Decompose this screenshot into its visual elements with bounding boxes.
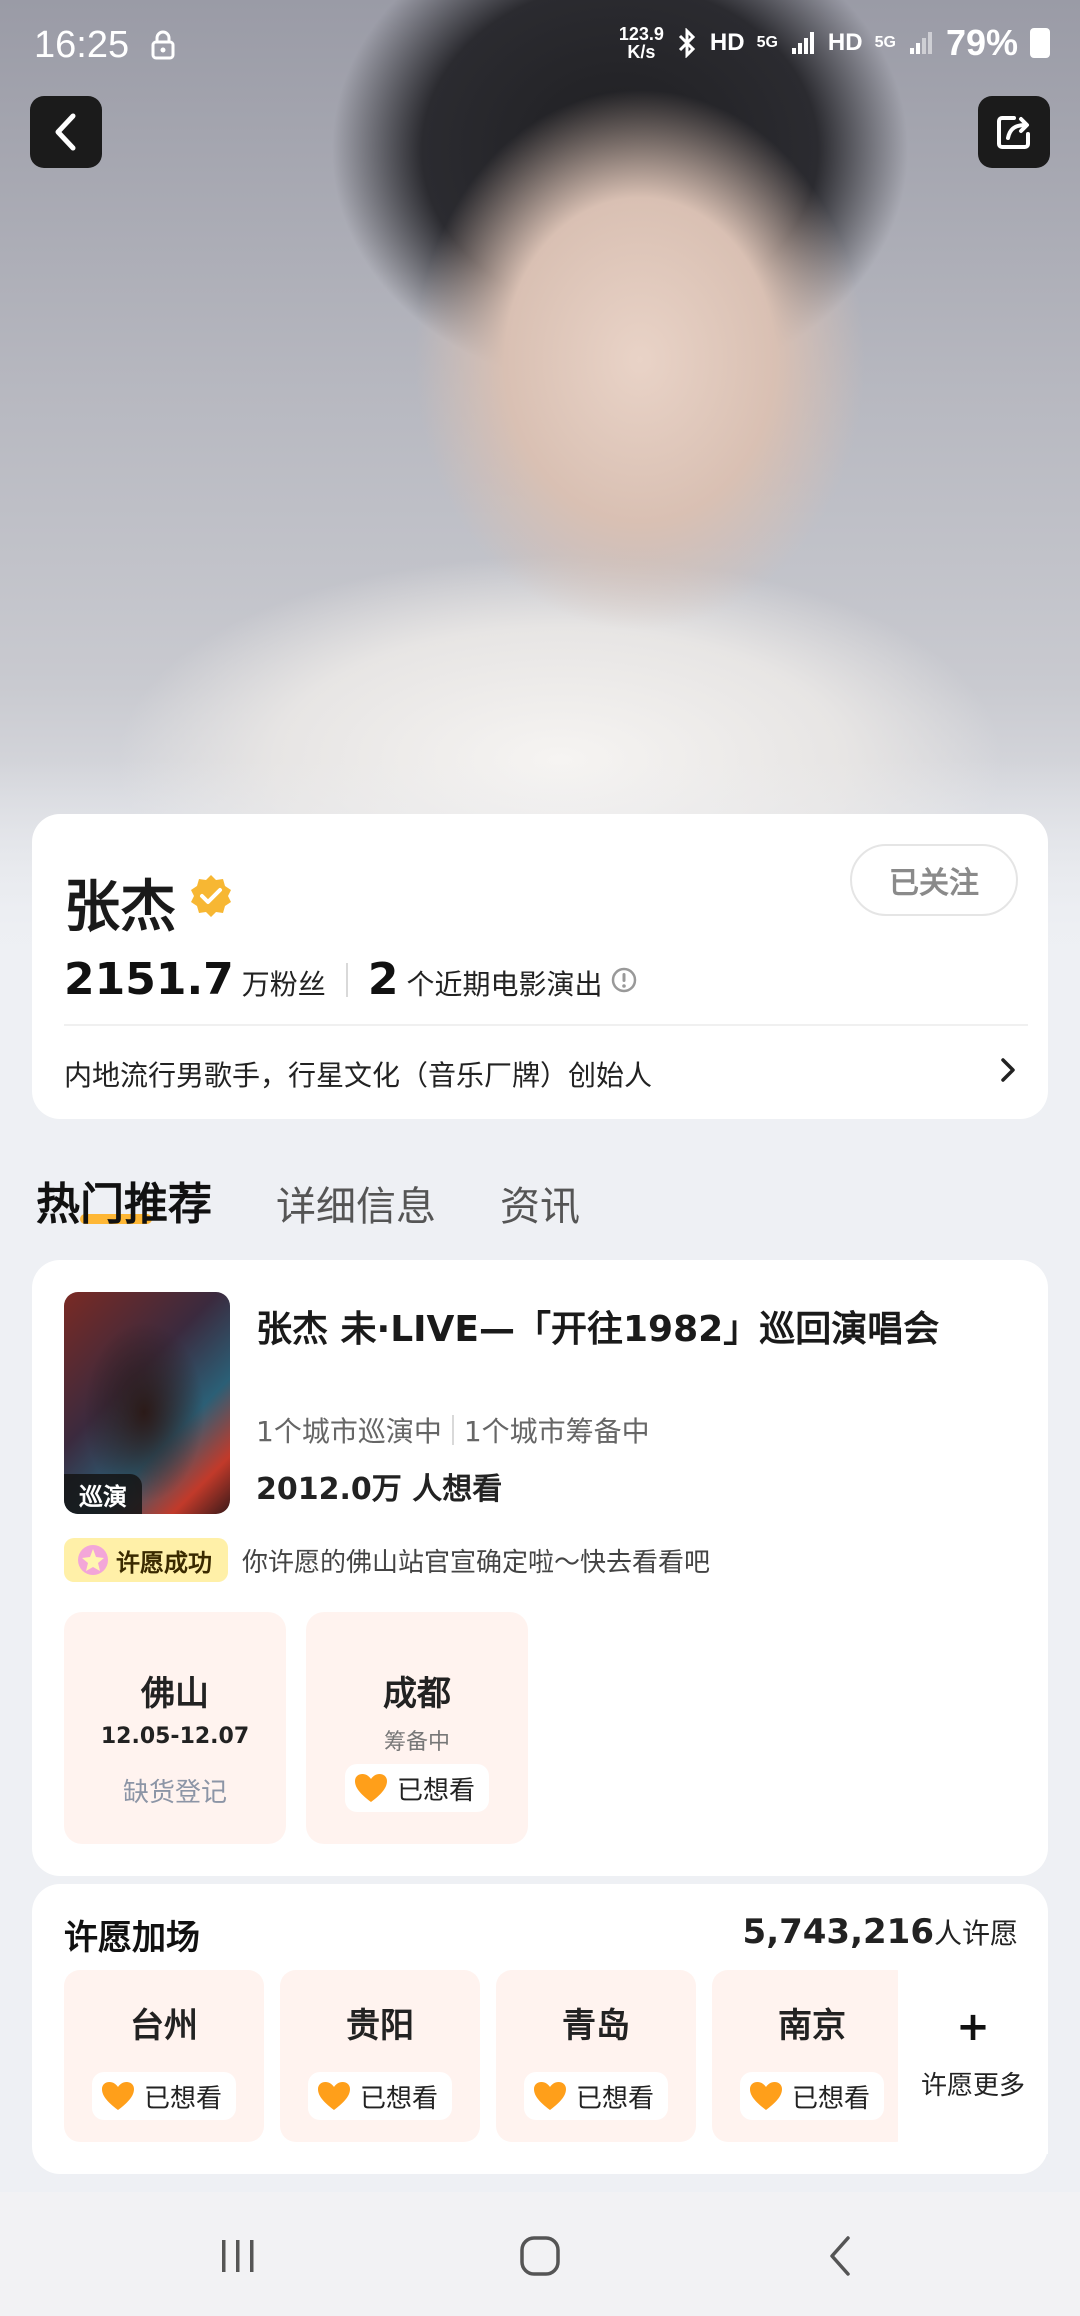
- wish-badge-label: 许愿成功: [116, 1548, 212, 1577]
- wish-tile-nanjing[interactable]: 南京 已想看: [712, 1970, 912, 2142]
- heart-icon: [533, 2082, 566, 2110]
- tab-details[interactable]: 详细信息: [276, 1174, 436, 1232]
- signal-icon-1: [791, 32, 814, 54]
- battery-percent: 79%: [945, 22, 1018, 63]
- wish-tile-guiyang[interactable]: 贵阳 已想看: [280, 1970, 480, 2142]
- shows-count: 2: [367, 954, 399, 1005]
- wish-extra-shows-card: 许愿加场 5,743,216人许愿 台州 已想看 贵阳 已想看 青岛 已想看 南…: [32, 1884, 1048, 2174]
- city-name: 南京: [778, 2006, 846, 2046]
- city-status: 筹备中: [383, 1730, 450, 1755]
- wish-more-button[interactable]: + 许愿更多: [898, 1954, 1048, 2154]
- stats-divider: [345, 962, 348, 997]
- info-circle-icon[interactable]: [610, 966, 638, 994]
- cities-touring: 1个城市巡演中: [256, 1415, 442, 1448]
- network-5g-2: 5G: [874, 34, 896, 51]
- network-speed: 123.9 K/s: [619, 25, 664, 61]
- artist-stats: 2151.7 万粉丝 2 个近期电影演出: [64, 954, 638, 1005]
- chevron-right-icon[interactable]: [996, 1054, 1020, 1086]
- tour-poster[interactable]: 巡演: [64, 1292, 230, 1514]
- city-tile-foshan[interactable]: 佛山 12.05-12.07 缺货登记: [64, 1612, 286, 1844]
- status-icons: 123.9 K/s HD 5G HD 5G 79%: [619, 22, 1050, 64]
- wish-count-number: 5,743,216: [742, 1912, 934, 1952]
- wish-total: 5,743,216人许愿: [743, 1912, 1018, 1952]
- profile-divider: [64, 1024, 1028, 1026]
- city-name: 台州: [130, 2006, 198, 2046]
- lock-icon: [151, 30, 175, 60]
- wish-count-label: 人许愿: [933, 1917, 1018, 1950]
- share-icon: [997, 116, 1030, 149]
- city-name: 青岛: [562, 2006, 630, 2046]
- chevron-left-icon: [55, 113, 76, 151]
- tab-news[interactable]: 资讯: [500, 1174, 580, 1232]
- bluetooth-icon: [678, 28, 696, 58]
- want-to-see-chip[interactable]: 已想看: [307, 2072, 453, 2120]
- back-button[interactable]: [30, 96, 102, 168]
- restock-register-link[interactable]: 缺货登记: [64, 1772, 286, 1809]
- wish-success-row[interactable]: 许愿成功 你许愿的佛山站官宣确定啦～快去看看吧: [64, 1538, 710, 1582]
- cities-preparing: 1个城市筹备中: [463, 1415, 650, 1448]
- status-divider: [451, 1415, 454, 1445]
- want-label: 已想看: [143, 2083, 223, 2114]
- share-button[interactable]: [978, 96, 1050, 168]
- wish-tile-taizhou[interactable]: 台州 已想看: [64, 1970, 264, 2142]
- city-name: 佛山: [141, 1674, 209, 1714]
- tour-title[interactable]: 张杰 未·LIVE—「开往1982」巡回演唱会: [256, 1300, 939, 1352]
- battery-icon: [1030, 28, 1050, 58]
- wish-section-title: 许愿加场: [64, 1918, 200, 1958]
- city-tile-chengdu[interactable]: 成都 筹备中 已想看: [306, 1612, 528, 1844]
- want-to-see-chip[interactable]: 已想看: [344, 1764, 490, 1812]
- artist-profile-card: 张杰 已关注 2151.7 万粉丝 2 个近期电影演出 内地流行男歌手，行星文化…: [32, 814, 1048, 1119]
- follow-button[interactable]: 已关注: [850, 844, 1018, 916]
- network-5g-1: 5G: [756, 34, 778, 51]
- fans-label: 万粉丝: [241, 968, 326, 1001]
- status-bar: 16:25 123.9 K/s HD 5G HD 5G 79%: [0, 0, 1080, 96]
- fans-count: 2151.7: [64, 954, 234, 1005]
- tab-label: 热门推荐: [36, 1179, 212, 1230]
- heart-icon: [749, 2082, 782, 2110]
- heart-icon: [354, 1774, 387, 1802]
- city-date: 12.05-12.07: [100, 1724, 250, 1749]
- speed-unit: K/s: [627, 42, 656, 62]
- tour-card[interactable]: 巡演 张杰 未·LIVE—「开往1982」巡回演唱会 1个城市巡演中 1个城市筹…: [32, 1260, 1048, 1876]
- want-label: 已想看: [575, 2083, 655, 2114]
- want-to-see-chip[interactable]: 已想看: [739, 2072, 885, 2120]
- wish-success-badge: 许愿成功: [64, 1538, 228, 1582]
- plus-icon: +: [956, 2003, 990, 2050]
- artist-bio[interactable]: 内地流行男歌手，行星文化（音乐厂牌）创始人: [64, 1054, 652, 1094]
- hd-indicator-2: HD: [827, 29, 863, 56]
- recent-apps-icon[interactable]: [214, 2232, 262, 2280]
- back-nav-icon[interactable]: [818, 2232, 866, 2280]
- want-label: 已想看: [359, 2083, 439, 2114]
- signal-icon-2: [909, 32, 932, 54]
- tab-hot-recommend[interactable]: 热门推荐: [36, 1168, 212, 1232]
- status-time: 16:25: [34, 24, 130, 66]
- artist-name: 张杰: [64, 875, 176, 940]
- wish-tile-qingdao[interactable]: 青岛 已想看: [496, 1970, 696, 2142]
- wish-more-label: 许愿更多: [920, 2070, 1025, 2101]
- tour-want-count: 2012.0万 人想看: [256, 1472, 503, 1507]
- wish-star-icon: [78, 1545, 108, 1575]
- want-label: 已想看: [396, 1775, 476, 1806]
- content-tabs: 热门推荐 详细信息 资讯: [36, 1168, 580, 1232]
- shows-label: 个近期电影演出: [406, 968, 603, 1001]
- want-label: 已想看: [791, 2083, 871, 2114]
- hd-indicator-1: HD: [709, 29, 745, 56]
- home-icon[interactable]: [516, 2232, 564, 2280]
- city-name: 成都: [383, 1674, 451, 1714]
- poster-tag: 巡演: [64, 1474, 142, 1514]
- heart-icon: [101, 2082, 134, 2110]
- tour-city-status: 1个城市巡演中 1个城市筹备中: [256, 1410, 650, 1450]
- system-navigation-bar: [0, 2192, 1080, 2316]
- city-name: 贵阳: [346, 2006, 414, 2046]
- verified-badge-icon: [191, 875, 231, 917]
- speed-value: 123.9: [618, 24, 664, 44]
- want-to-see-chip[interactable]: 已想看: [523, 2072, 669, 2120]
- want-to-see-chip[interactable]: 已想看: [91, 2072, 237, 2120]
- wish-message: 你许愿的佛山站官宣确定啦～快去看看吧: [242, 1547, 711, 1578]
- heart-icon: [317, 2082, 350, 2110]
